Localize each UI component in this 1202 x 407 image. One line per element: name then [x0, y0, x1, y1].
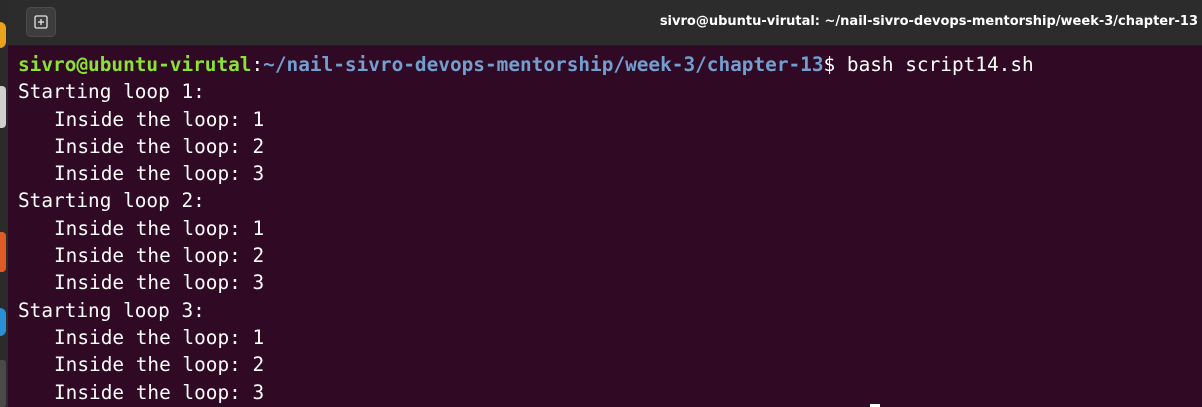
output-text: Inside the loop: 3	[54, 380, 265, 404]
prompt-symbol: $	[823, 53, 847, 76]
new-tab-icon	[34, 15, 48, 29]
dock-app-icon[interactable]	[0, 360, 6, 407]
terminal-output[interactable]: sivro@ubuntu-virutal:~/nail-sivro-devops…	[18, 51, 1198, 406]
prompt-path: ~/nail-sivro-devops-mentorship/week-3/ch…	[263, 53, 824, 76]
prompt-colon: :	[251, 53, 264, 76]
output-text: Inside the loop: 2	[54, 244, 265, 268]
output-text: Inside the loop: 1	[54, 107, 265, 131]
output-line: Inside the loop: 1	[18, 324, 1198, 351]
output-line: Inside the loop: 1	[18, 106, 1198, 133]
window-title: sivro@ubuntu-virutal: ~/nail-sivro-devop…	[659, 14, 1198, 29]
output-line: Inside the loop: 2	[18, 133, 1198, 160]
output-line: Inside the loop: 3	[18, 379, 1198, 406]
output-lines: Starting loop 1: Inside the loop: 1 Inside…	[18, 78, 1198, 406]
output-line: Starting loop 2:	[18, 187, 1198, 214]
output-line: Inside the loop: 3	[18, 269, 1198, 296]
output-text: Starting loop 1:	[18, 80, 205, 104]
output-line: Starting loop 1:	[18, 78, 1198, 105]
dock-app-icon[interactable]	[0, 22, 6, 48]
dock-app-icon[interactable]	[0, 232, 6, 272]
output-line: Inside the loop: 2	[18, 351, 1198, 378]
dock-app-icon[interactable]	[0, 86, 6, 128]
output-text: Inside the loop: 2	[54, 353, 265, 377]
output-text: Inside the loop: 1	[54, 216, 265, 240]
output-line: Inside the loop: 3	[18, 160, 1198, 187]
output-text: Inside the loop: 2	[54, 134, 265, 158]
output-line: Starting loop 3:	[18, 297, 1198, 324]
dock-app-icon[interactable]	[0, 308, 6, 336]
output-text: Starting loop 2:	[18, 189, 205, 213]
output-text: Inside the loop: 3	[54, 162, 265, 186]
terminal-screen: sivro@ubuntu-virutal: ~/nail-sivro-devop…	[0, 0, 1202, 407]
new-tab-button[interactable]	[26, 7, 56, 37]
command-text: bash script14.sh	[846, 53, 1034, 76]
command-line: sivro@ubuntu-virutal:~/nail-sivro-devops…	[18, 51, 1198, 78]
window-titlebar[interactable]: sivro@ubuntu-virutal: ~/nail-sivro-devop…	[8, 0, 1202, 46]
output-text: Inside the loop: 1	[54, 325, 265, 349]
prompt-user-host: sivro@ubuntu-virutal	[18, 53, 252, 76]
output-text: Inside the loop: 3	[54, 271, 265, 295]
dock	[0, 0, 8, 407]
output-text: Starting loop 3:	[18, 298, 205, 322]
output-line: Inside the loop: 1	[18, 215, 1198, 242]
output-line: Inside the loop: 2	[18, 242, 1198, 269]
